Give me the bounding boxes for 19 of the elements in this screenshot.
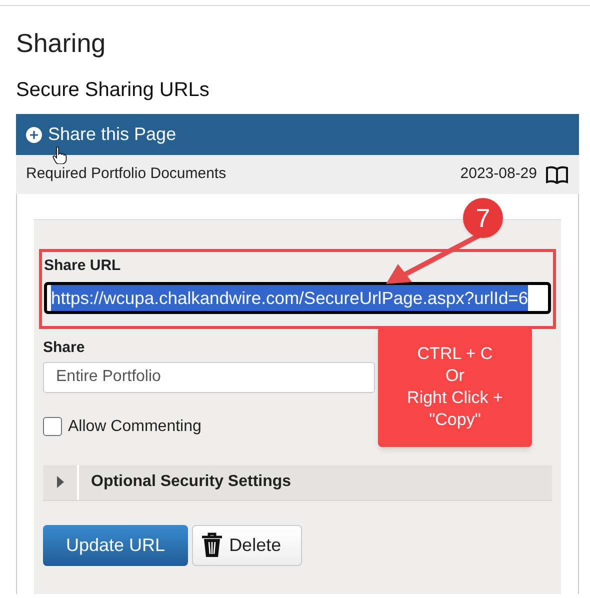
optional-security-toggle[interactable]: Optional Security Settings bbox=[43, 464, 552, 500]
document-name: Required Portfolio Documents bbox=[26, 164, 226, 184]
share-url-label: Share URL bbox=[44, 256, 121, 276]
section-title: Secure Sharing URLs bbox=[16, 78, 210, 102]
trash-icon bbox=[201, 532, 224, 558]
update-url-button[interactable]: Update URL bbox=[43, 524, 188, 566]
share-label: Share bbox=[43, 338, 85, 358]
delete-button[interactable]: Delete bbox=[192, 524, 302, 566]
caret-right-icon bbox=[56, 476, 64, 488]
url-field[interactable]: https://wcupa.chalkandwire.com/SecureUrlPage.aspx?urlId=6 bbox=[44, 282, 551, 314]
share-select[interactable]: Entire Portfolio bbox=[43, 362, 375, 392]
hand-cursor-icon bbox=[52, 146, 68, 164]
plus-icon bbox=[26, 126, 42, 142]
allow-commenting-checkbox[interactable]: Allow Commenting bbox=[43, 414, 202, 438]
callout-note: CTRL + C Or Right Click + "Copy" bbox=[378, 327, 532, 447]
document-date: 2023-08-29 bbox=[460, 164, 537, 184]
panel-header[interactable]: Share this Page bbox=[16, 114, 579, 155]
page-title: Sharing bbox=[16, 28, 106, 58]
book-icon bbox=[545, 166, 569, 184]
